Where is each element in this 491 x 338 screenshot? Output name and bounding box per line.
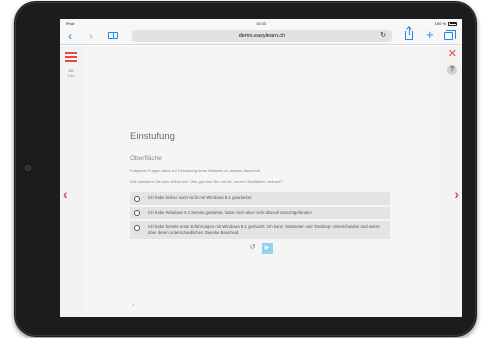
quiz-actions: ↺ ▶ [130, 243, 390, 254]
help-icon[interactable]: ? [447, 65, 457, 75]
reset-icon[interactable]: ↺ [248, 243, 258, 253]
answer-option[interactable]: Ich habe Windows 8.1 bereits gestartet, … [130, 206, 390, 219]
radio-button[interactable] [134, 210, 140, 216]
page-number: 1 [132, 302, 135, 307]
menu-icon[interactable] [65, 52, 77, 62]
lesson-content: Einstufung Oberfläche Folgende Fragen di… [130, 131, 390, 254]
reload-icon[interactable]: ↻ [380, 30, 386, 42]
progress-counter: 36/ 123 [67, 68, 75, 78]
question-text: Wie schätzen Sie sich selbst ein? Wie gu… [130, 179, 283, 184]
new-tab-icon[interactable]: + [426, 28, 434, 41]
left-rail: 36/ 123 ‹ [60, 46, 82, 317]
radio-button[interactable] [134, 224, 140, 231]
camera-icon [25, 165, 31, 171]
screen: iPad 10:33 100 % ‹ › demo.easylearn.ch ↻… [60, 19, 462, 317]
tablet-frame: iPad 10:33 100 % ‹ › demo.easylearn.ch ↻… [14, 1, 477, 337]
status-time: 10:33 [255, 21, 266, 26]
close-icon[interactable]: ✕ [448, 48, 457, 60]
answer-option[interactable]: Ich habe bisher noch nicht mit Windows 8… [130, 192, 390, 205]
answer-option[interactable]: Ich habe bereits erste Erfahrungen mit W… [130, 221, 390, 239]
forward-icon[interactable]: › [89, 30, 93, 42]
bookmarks-icon[interactable] [108, 32, 118, 39]
share-icon[interactable] [405, 27, 413, 40]
back-icon[interactable]: ‹ [68, 30, 72, 42]
battery-indicator: 100 % [435, 21, 457, 26]
url-text: demo.easylearn.ch [238, 33, 286, 39]
battery-icon [448, 21, 457, 26]
course-page: 36/ 123 ‹ ✕ ? › Einstufung Oberfläche Fo… [60, 46, 462, 317]
page-title: Einstufung [130, 131, 175, 142]
browser-toolbar: ‹ › demo.easylearn.ch ↻ + [60, 27, 462, 45]
status-bar: iPad 10:33 100 % [60, 19, 462, 27]
submit-button[interactable]: ▶ [261, 243, 273, 254]
answer-options: Ich habe bisher noch nicht mit Windows 8… [130, 192, 390, 239]
answer-option-label: Ich habe bereits erste Erfahrungen mit W… [148, 224, 380, 235]
radio-button[interactable] [134, 195, 140, 202]
tabs-icon[interactable] [444, 30, 456, 40]
answer-option-label: Ich habe bisher noch nicht mit Windows 8… [148, 195, 253, 200]
previous-page-button[interactable]: ‹ [63, 186, 68, 202]
right-rail: ✕ ? › [440, 46, 462, 317]
section-subtitle: Oberfläche [130, 155, 162, 162]
answer-option-label: Ich habe Windows 8.1 bereits gestartet, … [148, 209, 314, 215]
next-page-button[interactable]: › [454, 186, 459, 202]
intro-text: Folgende Fragen dient zur Einstufung Ihr… [130, 168, 261, 173]
stage: iPad 10:33 100 % ‹ › demo.easylearn.ch ↻… [0, 0, 491, 338]
address-bar[interactable]: demo.easylearn.ch ↻ [132, 30, 392, 42]
battery-label: 100 % [434, 21, 446, 26]
